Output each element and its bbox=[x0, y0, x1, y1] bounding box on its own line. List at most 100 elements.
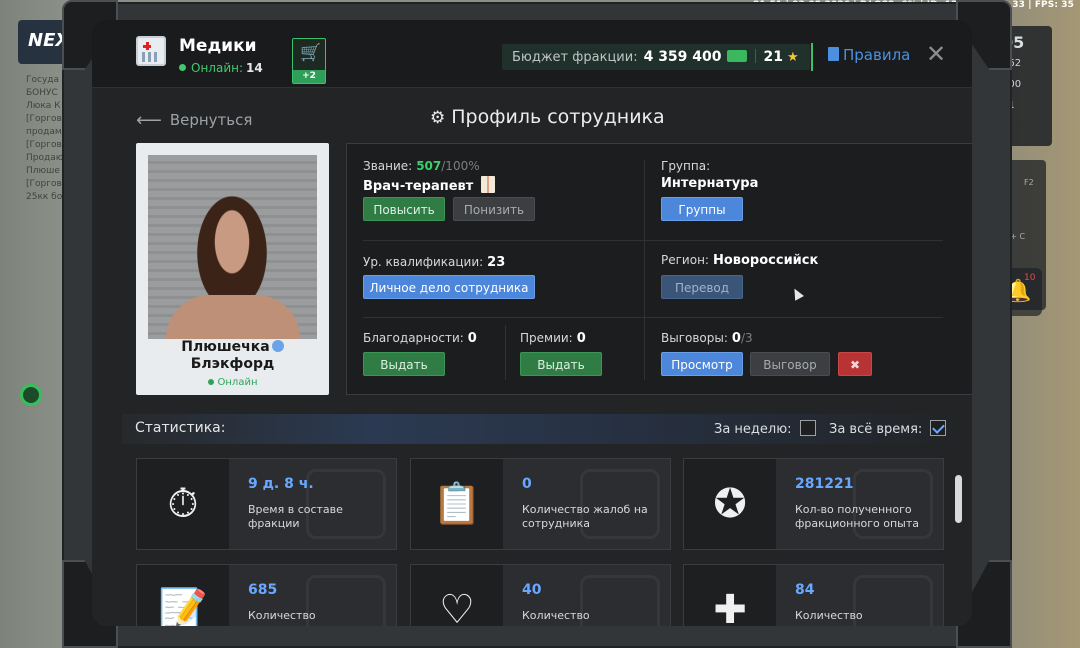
alltime-label: За всё время: bbox=[829, 422, 923, 437]
faction-panel: Медики Онлайн: 14 🛒 +2 Бюджет фракции: 4 3… bbox=[92, 20, 972, 626]
groups-button[interactable]: Группы bbox=[661, 197, 743, 221]
rank-max: /100% bbox=[441, 159, 480, 173]
promote-button[interactable]: Повысить bbox=[363, 197, 445, 221]
gear-icon: ⚙ bbox=[430, 108, 446, 128]
statistics-title: Статистика: bbox=[135, 420, 226, 436]
stat-desc: Количество bbox=[248, 609, 316, 622]
remove-user-icon[interactable]: ✖ bbox=[838, 352, 872, 376]
week-label: За неделю: bbox=[714, 422, 792, 437]
page-title-text: Профиль сотрудника bbox=[451, 106, 665, 128]
qualification-label: Ур. квалификации: bbox=[363, 255, 484, 269]
give-thanks-button[interactable]: Выдать bbox=[363, 352, 445, 376]
online-label: Онлайн: bbox=[191, 61, 244, 75]
scrollbar-thumb[interactable] bbox=[955, 475, 962, 523]
complaint-icon: 📋 bbox=[411, 459, 503, 549]
group-value: Интернатура bbox=[661, 176, 759, 191]
stat-card: 📋 0 Количество жалоб на сотрудника bbox=[410, 458, 671, 550]
medkit-icon: ✚ bbox=[684, 565, 776, 626]
stat-value: 40 bbox=[522, 582, 542, 598]
online-dot-icon bbox=[207, 379, 214, 385]
rank-row: Звание: 507/100% bbox=[363, 159, 480, 173]
online-dot-icon bbox=[179, 64, 186, 71]
stat-value: 281221 bbox=[795, 476, 854, 492]
book-icon bbox=[481, 176, 496, 193]
thanks-label: Благодарности: bbox=[363, 331, 464, 345]
budget-label: Бюджет фракции: bbox=[512, 50, 638, 65]
faction-name: Медики bbox=[179, 36, 257, 56]
back-label: Вернуться bbox=[169, 111, 253, 129]
rules-label: Правила bbox=[843, 46, 911, 64]
alltime-filter[interactable]: За всё время: bbox=[829, 420, 947, 437]
stat-card: 📝 685 Количество bbox=[136, 564, 397, 626]
transfer-button[interactable]: Перевод bbox=[661, 275, 743, 299]
divider bbox=[363, 317, 943, 318]
divider bbox=[811, 43, 813, 71]
faction-online: Онлайн: 14 bbox=[179, 61, 263, 75]
employee-photo bbox=[148, 155, 317, 341]
divider bbox=[363, 240, 943, 241]
cart-icon: 🛒 bbox=[300, 43, 322, 63]
stat-card: ✚ 84 Количество bbox=[683, 564, 944, 626]
close-icon[interactable]: ✕ bbox=[926, 40, 946, 68]
status-text: Онлайн bbox=[217, 377, 258, 388]
rank-value: 507 bbox=[416, 159, 442, 173]
hospital-icon bbox=[136, 36, 166, 66]
rank-label: Звание: bbox=[363, 159, 413, 173]
bell-count: 10 bbox=[1024, 273, 1036, 283]
qualification-row: Ур. квалификации: 23 bbox=[363, 255, 505, 270]
stopwatch-icon: ⏱ bbox=[137, 459, 229, 549]
verified-icon bbox=[271, 340, 284, 352]
rules-link[interactable]: Правила bbox=[828, 46, 910, 64]
view-reprimands-button[interactable]: Просмотр bbox=[661, 352, 743, 376]
statistics-header: Статистика: За неделю: За всё время: bbox=[122, 414, 964, 444]
exp-stars-icon: ✪ bbox=[684, 459, 776, 549]
employee-info-grid: Звание: 507/100% Врач-терапевт Повысить П… bbox=[346, 143, 972, 395]
back-button[interactable]: ⟵ Вернуться bbox=[136, 110, 252, 131]
divider bbox=[754, 49, 756, 63]
arrow-left-icon: ⟵ bbox=[136, 110, 162, 131]
reprimands-label: Выговоры: bbox=[661, 331, 728, 345]
thanks-row: Благодарности: 0 bbox=[363, 331, 477, 346]
star-icon: ★ bbox=[787, 50, 799, 65]
stat-value: 9 д. 8 ч. bbox=[248, 476, 314, 492]
stat-card: ♡ 40 Количество bbox=[410, 564, 671, 626]
document-icon bbox=[828, 47, 839, 61]
stat-desc: Количество жалоб на сотрудника bbox=[522, 503, 648, 530]
give-bonus-button[interactable]: Выдать bbox=[520, 352, 602, 376]
demote-button[interactable]: Понизить bbox=[453, 197, 535, 221]
bonuses-row: Премии: 0 bbox=[520, 331, 586, 346]
week-filter[interactable]: За неделю: bbox=[714, 420, 816, 437]
stat-card: ✪ 281221 Кол-во полученного фракционного… bbox=[683, 458, 944, 550]
issue-reprimand-button[interactable]: Выговор bbox=[750, 352, 830, 376]
reprimands-row: Выговоры: 0/3 bbox=[661, 331, 753, 346]
alltime-checkbox[interactable] bbox=[930, 420, 947, 436]
reprimands-value: 0 bbox=[731, 331, 741, 346]
page-title: ⚙ Профиль сотрудника bbox=[430, 106, 665, 128]
budget-value: 4 359 400 bbox=[643, 49, 722, 65]
rank-title: Врач-терапевт bbox=[363, 176, 496, 194]
stat-desc: Время в составе фракции bbox=[248, 503, 343, 530]
rank-title-text: Врач-терапевт bbox=[363, 179, 474, 194]
region-row: Регион: Новороссийск bbox=[661, 253, 818, 268]
heartbeat-icon: ♡ bbox=[411, 565, 503, 626]
bonuses-label: Премии: bbox=[520, 331, 573, 345]
week-checkbox[interactable] bbox=[799, 420, 816, 436]
bonuses-value: 0 bbox=[576, 331, 586, 346]
employee-name: Плюшечка Блэкфорд bbox=[136, 339, 329, 373]
faction-budget: Бюджет фракции: 4 359 400 21 ★ bbox=[502, 44, 810, 70]
divider bbox=[644, 160, 645, 380]
stat-value: 685 bbox=[248, 582, 278, 598]
employee-last-name: Блэкфорд bbox=[190, 356, 275, 372]
qualification-value: 23 bbox=[487, 255, 506, 270]
reprimands-max: /3 bbox=[740, 331, 753, 345]
panel-header: Медики Онлайн: 14 🛒 +2 Бюджет фракции: 4 3… bbox=[92, 20, 972, 88]
stars-value: 21 bbox=[763, 49, 783, 65]
shop-cart-button[interactable]: 🛒 +2 bbox=[292, 38, 326, 84]
stat-desc: Количество bbox=[522, 609, 590, 622]
hud-key-label: F2 bbox=[1024, 178, 1034, 187]
employee-first-name: Плюшечка bbox=[181, 339, 270, 355]
stat-card: ⏱ 9 д. 8 ч. Время в составе фракции bbox=[136, 458, 397, 550]
region-value: Новороссийск bbox=[712, 253, 819, 268]
employee-card: Плюшечка Блэкфорд Онлайн bbox=[136, 143, 329, 395]
personal-file-button[interactable]: Личное дело сотрудника bbox=[363, 275, 535, 299]
